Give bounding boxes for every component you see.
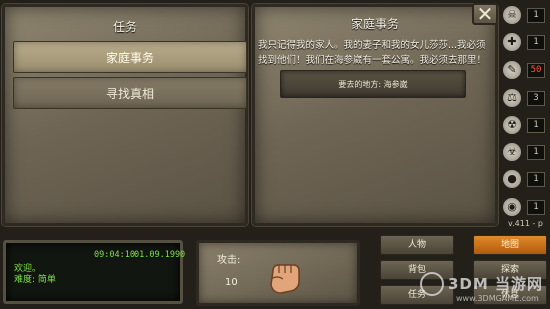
attack-panel: 攻击: 10: [196, 240, 360, 306]
quest-description: 我只记得我的家人。我的妻子和我的女儿莎莎...我必须找到他们！我们在海参崴有一套…: [258, 40, 487, 66]
watermark-url: www.3DMGAME.com: [456, 294, 539, 303]
lcd-difficulty: 难度: 简单: [14, 275, 56, 285]
stat-value: 3: [527, 90, 545, 106]
close-button[interactable]: ✕: [472, 3, 498, 25]
skull-icon: ☠: [503, 6, 521, 24]
attack-value: 10: [225, 277, 238, 288]
eye-icon: ◉: [503, 198, 521, 216]
stat-drop: ● 1: [503, 169, 548, 189]
stat-eye: ◉ 1: [503, 197, 548, 217]
stat-pills: ✚ 1: [503, 32, 548, 52]
stat-value: 1: [527, 199, 545, 215]
quest-list-panel: 任务 家庭事务 寻找真相: [2, 4, 248, 226]
quest-detail-title: 家庭事务: [350, 17, 399, 31]
watermark-name: 3DM 当游网: [448, 275, 544, 293]
character-button[interactable]: 人物: [380, 235, 454, 255]
radiation-icon: ☢: [503, 116, 521, 134]
quest-item-family[interactable]: 家庭事务: [13, 41, 247, 73]
stat-value: 1: [527, 34, 545, 50]
stat-biohazard: ☣ 1: [503, 142, 548, 162]
quest-item-truth[interactable]: 寻找真相: [13, 77, 247, 109]
stat-value: 1: [527, 144, 545, 160]
lcd-status-display: 09:04:10 01.09.1990 欢迎。 难度: 简单: [3, 240, 186, 304]
version-label: v.411 - p: [508, 219, 543, 228]
stat-syringe: ✎ 50: [503, 60, 548, 80]
quest-list-title: 任务: [112, 20, 137, 34]
stat-radiation: ☢ 1: [503, 115, 548, 135]
stat-value: 1: [527, 7, 545, 23]
biohazard-icon: ☣: [503, 143, 521, 161]
fist-icon: [270, 264, 300, 294]
drop-icon: ●: [503, 170, 521, 188]
lcd-time: 09:04:10: [94, 250, 135, 260]
pills-icon: ✚: [503, 33, 521, 51]
map-button[interactable]: 地图: [473, 235, 547, 255]
inventory-button[interactable]: 背包: [380, 260, 454, 280]
watermark-logo: [420, 272, 444, 296]
lcd-date: 01.09.1990: [134, 250, 186, 260]
watermark: 3DM 当游网 www.3DMGAME.com: [448, 273, 543, 303]
stat-value: 1: [527, 171, 545, 187]
stat-skull: ☠ 1: [503, 5, 548, 25]
scale-icon: ⚖: [503, 89, 521, 107]
attack-label: 攻击:: [217, 255, 241, 266]
stat-value: 1: [527, 117, 545, 133]
stat-value: 50: [527, 62, 545, 78]
stat-scale: ⚖ 3: [503, 88, 548, 108]
syringe-icon: ✎: [503, 61, 521, 79]
quest-destination: 要去的地方: 海参崴: [280, 70, 466, 98]
